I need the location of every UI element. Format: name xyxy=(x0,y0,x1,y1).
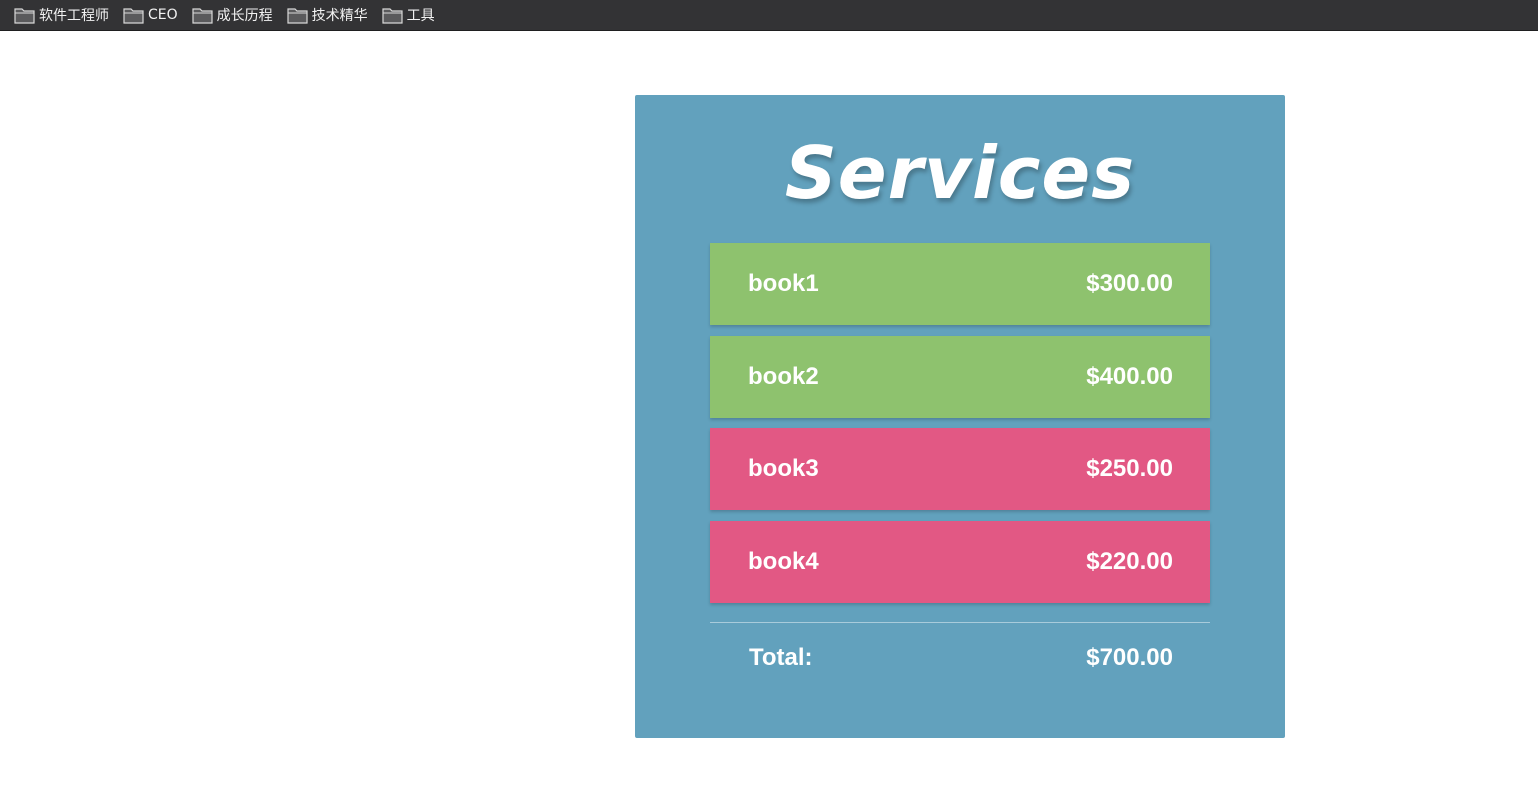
service-item-book1[interactable]: book1 $300.00 xyxy=(710,243,1210,325)
service-price: $400.00 xyxy=(1086,363,1173,390)
folder-icon xyxy=(382,7,403,24)
total-row: Total: $700.00 xyxy=(710,635,1210,681)
service-item-book4[interactable]: book4 $220.00 xyxy=(710,521,1210,603)
bookmark-label: 工具 xyxy=(406,8,435,24)
total-divider xyxy=(710,622,1210,623)
folder-icon xyxy=(192,7,213,24)
folder-icon xyxy=(287,7,308,24)
bookmark-folder[interactable]: 工具 xyxy=(382,0,435,31)
bookmark-folder[interactable]: 成长历程 xyxy=(192,0,273,31)
service-item-book2[interactable]: book2 $400.00 xyxy=(710,336,1210,418)
services-card: Services book1 $300.00 book2 $400.00 boo… xyxy=(635,95,1285,738)
service-price: $300.00 xyxy=(1086,270,1173,297)
total-label: Total: xyxy=(749,644,813,671)
service-price: $250.00 xyxy=(1086,455,1173,482)
bookmark-folder[interactable]: 软件工程师 xyxy=(14,0,109,31)
bookmark-folder[interactable]: 技术精华 xyxy=(287,0,368,31)
service-name: book4 xyxy=(748,548,819,575)
service-name: book3 xyxy=(748,455,819,482)
folder-icon xyxy=(14,7,35,24)
bookmark-label: CEO xyxy=(148,7,178,23)
service-name: book2 xyxy=(748,363,819,390)
services-title: Services xyxy=(784,131,1136,215)
service-price: $220.00 xyxy=(1086,548,1173,575)
bookmark-label: 技术精华 xyxy=(311,8,368,24)
bookmark-label: 软件工程师 xyxy=(39,8,109,24)
bookmark-folder[interactable]: CEO xyxy=(123,0,178,31)
folder-icon xyxy=(123,7,144,24)
total-value: $700.00 xyxy=(1086,644,1173,671)
service-name: book1 xyxy=(748,270,819,297)
service-item-book3[interactable]: book3 $250.00 xyxy=(710,428,1210,510)
bookmarks-bar: 软件工程师 CEO 成长历程 技术精华 工具 xyxy=(0,0,1538,31)
bookmark-label: 成长历程 xyxy=(216,8,273,24)
